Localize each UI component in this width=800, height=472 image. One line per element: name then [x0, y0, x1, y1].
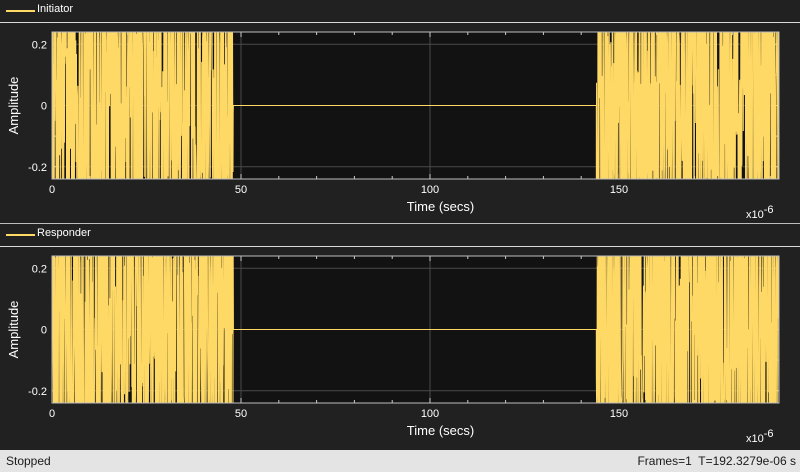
legend-line-swatch [6, 234, 35, 236]
x-tick-label: 100 [421, 184, 439, 196]
status-info: Frames=1 T=192.3279e-06 s [637, 454, 796, 468]
x-tick-label: 150 [610, 184, 628, 196]
x-tick-label: 0 [49, 408, 55, 420]
y-tick-label: 0.2 [32, 263, 47, 275]
initiator-plot[interactable]: 0 50 100 1500.20-0.2Time (secs)Amplitudex10… [0, 23, 800, 223]
x-axis-label: Time (secs) [407, 199, 474, 214]
x-tick-label: 100 [421, 408, 439, 420]
x-tick-label: 50 [235, 184, 247, 196]
responder-plot[interactable]: 0 50 100 1500.20-0.2Time (secs)Amplitudex10… [0, 247, 800, 447]
initiator-legend[interactable]: Initiator [0, 0, 800, 23]
y-tick-label: -0.2 [28, 162, 47, 174]
y-tick-label: 0 [41, 101, 47, 113]
x-tick-label: 0 [49, 184, 55, 196]
x-exponent-label: x10-6 [746, 204, 774, 221]
y-tick-label: -0.2 [28, 386, 47, 398]
x-tick-label: 150 [610, 408, 628, 420]
x-exponent-label: x10-6 [746, 428, 774, 445]
y-tick-label: 0 [41, 325, 47, 337]
x-exponent-power: -6 [764, 428, 774, 440]
x-tick-label: 50 [235, 408, 247, 420]
status-state: Stopped [6, 454, 51, 468]
legend-line-swatch [6, 10, 35, 12]
status-time: T=192.3279e-06 s [698, 454, 796, 468]
responder-legend[interactable]: Responder [0, 224, 800, 247]
x-exponent-power: -6 [764, 204, 774, 216]
y-axis-label: Amplitude [6, 77, 21, 135]
y-tick-label: 0.2 [32, 39, 47, 51]
x-axis-label: Time (secs) [407, 423, 474, 438]
legend-label-responder: Responder [37, 227, 91, 239]
legend-label-initiator: Initiator [37, 3, 74, 15]
y-axis-label: Amplitude [6, 301, 21, 359]
status-frames: Frames=1 [637, 454, 692, 468]
status-bar: Stopped Frames=1 T=192.3279e-06 s [0, 450, 800, 472]
